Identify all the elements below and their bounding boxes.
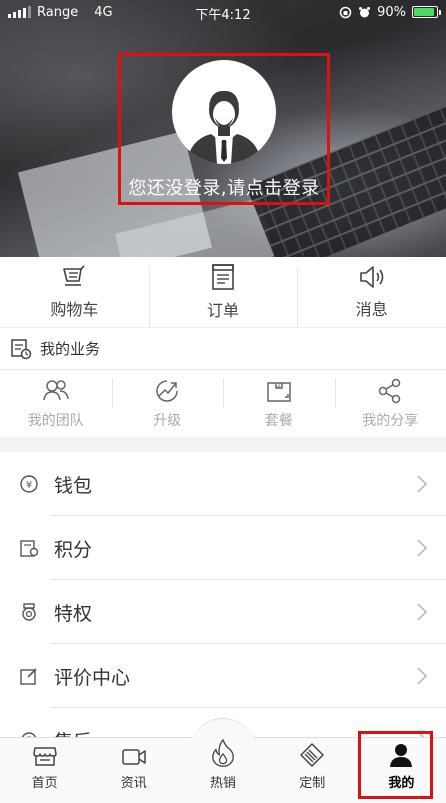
cart-label: 购物车 xyxy=(50,300,99,319)
my-team-button[interactable]: 我的团队 xyxy=(0,370,112,437)
store-icon xyxy=(32,747,57,766)
status-bar: Range 4G 下午4:12 90% xyxy=(0,0,446,24)
review-center-label: 评价中心 xyxy=(54,666,131,689)
messages-button[interactable]: 消息 xyxy=(297,257,446,327)
order-icon xyxy=(212,264,234,290)
business-title: 我的业务 xyxy=(40,340,101,358)
menu-item-points[interactable]: 积分 xyxy=(0,516,446,580)
battery-percent: 90% xyxy=(377,4,406,20)
chevron-right-icon xyxy=(417,667,428,685)
business-icon xyxy=(11,338,32,359)
tab-news[interactable]: 资讯 xyxy=(89,738,178,803)
menu-item-wallet[interactable]: ¥ 钱包 xyxy=(0,452,446,516)
chevron-right-icon xyxy=(417,603,428,621)
battery-icon xyxy=(412,6,441,18)
tab-hot-sale[interactable]: 热销 xyxy=(178,718,267,803)
profile-header: Range 4G 下午4:12 90% 您还没登录,请点击登录 xyxy=(0,0,446,257)
chevron-right-icon xyxy=(417,539,428,557)
privilege-label: 特权 xyxy=(54,602,93,625)
tab-mine[interactable]: 我的 xyxy=(357,738,446,803)
business-actions: 我的团队 升级 2 套餐 我的分享 xyxy=(0,369,446,437)
signal-icon xyxy=(8,6,31,18)
share-icon xyxy=(379,378,401,403)
alarm-icon xyxy=(359,6,371,17)
login-prompt-text[interactable]: 您还没登录,请点击登录 xyxy=(128,174,319,200)
upgrade-icon xyxy=(156,379,178,402)
tab-news-label: 资讯 xyxy=(120,776,147,791)
my-share-button[interactable]: 我的分享 xyxy=(334,370,446,437)
svg-text:¥: ¥ xyxy=(26,480,32,491)
my-share-label: 我的分享 xyxy=(362,412,419,429)
carrier-name: Range xyxy=(37,4,79,20)
flame-icon xyxy=(212,739,234,767)
points-label: 积分 xyxy=(54,538,93,561)
messages-label: 消息 xyxy=(355,300,388,319)
layers-icon xyxy=(300,743,324,767)
package-button[interactable]: 2 套餐 xyxy=(223,370,335,437)
cart-button[interactable]: 购物车 xyxy=(0,257,149,327)
wallet-icon: ¥ xyxy=(20,475,38,493)
tab-custom-label: 定制 xyxy=(299,776,326,791)
rotation-lock-icon xyxy=(339,6,352,18)
wallet-label: 钱包 xyxy=(54,474,93,497)
svg-text:2: 2 xyxy=(277,382,281,389)
upgrade-label: 升级 xyxy=(153,412,182,429)
chevron-right-icon xyxy=(417,475,428,493)
login-prompt-area[interactable]: 您还没登录,请点击登录 xyxy=(118,53,330,205)
package-label: 套餐 xyxy=(264,412,293,429)
points-icon xyxy=(20,540,39,557)
person-icon xyxy=(390,744,413,767)
tab-hot-sale-label: 热销 xyxy=(210,776,237,791)
tab-home-label: 首页 xyxy=(31,776,58,791)
cart-icon xyxy=(63,265,85,286)
network-type: 4G xyxy=(94,4,113,20)
package-icon: 2 xyxy=(267,382,291,402)
team-icon xyxy=(43,379,69,400)
avatar[interactable] xyxy=(172,60,276,164)
tab-mine-label: 我的 xyxy=(388,776,415,791)
privilege-icon xyxy=(22,603,36,621)
speaker-icon xyxy=(359,266,383,288)
orders-label: 订单 xyxy=(207,301,240,320)
menu-item-privilege[interactable]: 特权 xyxy=(0,580,446,644)
business-section-header: 我的业务 xyxy=(0,327,446,369)
video-icon xyxy=(122,749,146,765)
default-avatar-icon xyxy=(187,90,261,164)
orders-button[interactable]: 订单 xyxy=(148,257,298,327)
my-team-label: 我的团队 xyxy=(27,412,84,429)
quick-actions: 购物车 订单 消息 xyxy=(0,257,446,327)
review-icon xyxy=(20,668,37,685)
tab-home[interactable]: 首页 xyxy=(0,738,89,803)
menu-item-review-center[interactable]: 评价中心 xyxy=(0,644,446,708)
tab-custom[interactable]: 定制 xyxy=(268,738,357,803)
bottom-tab-bar: 首页 资讯 热销 定制 我的 xyxy=(0,718,446,803)
upgrade-button[interactable]: 升级 xyxy=(111,370,224,437)
